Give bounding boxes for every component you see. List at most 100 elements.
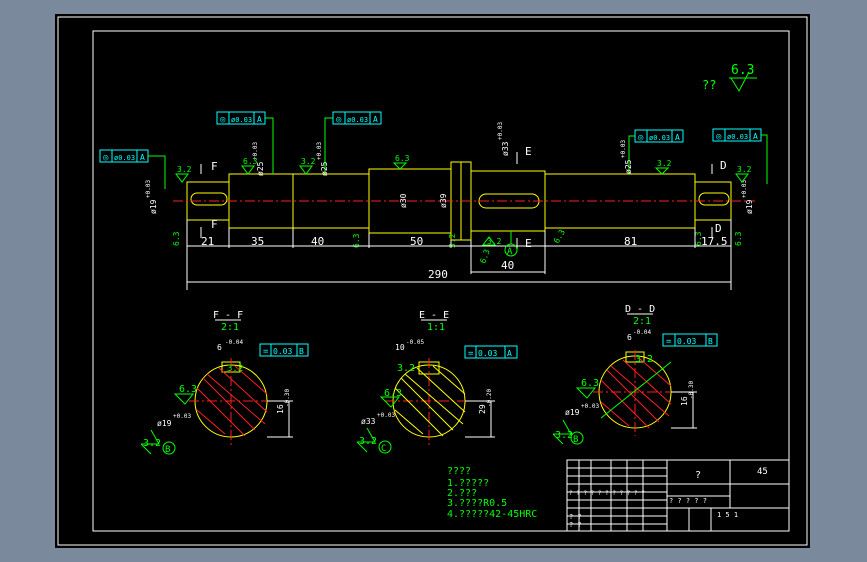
svg-text:6.3: 6.3	[395, 154, 410, 163]
svg-text:A: A	[507, 349, 512, 358]
svg-text:ø33: ø33	[501, 141, 510, 156]
svg-text:B: B	[573, 435, 578, 445]
svg-text:+0.03: +0.03	[581, 403, 599, 410]
length-dimensions: 21 35 40 50 40 81 17.5 290	[186, 220, 732, 290]
svg-text:ø19: ø19	[745, 199, 754, 214]
svg-text:6.3: 6.3	[731, 63, 754, 78]
svg-text:17.5: 17.5	[701, 235, 728, 248]
svg-text:3.2: 3.2	[397, 363, 415, 374]
svg-text:4.?????42-45HRC: 4.?????42-45HRC	[447, 509, 537, 520]
svg-text:A: A	[507, 247, 513, 257]
svg-text:-0.04: -0.04	[225, 339, 243, 346]
svg-text:-0.30: -0.30	[688, 381, 695, 399]
svg-text:50: 50	[410, 235, 423, 248]
tolerance-frame-right-2: ◎ ø0.03 A	[712, 128, 768, 184]
svg-text:3.2: 3.2	[301, 157, 316, 166]
svg-text:D: D	[720, 159, 727, 172]
svg-text:-0.20: -0.20	[486, 389, 493, 407]
svg-text:3.2: 3.2	[143, 438, 161, 449]
svg-text:A: A	[753, 132, 758, 141]
svg-text:B: B	[165, 445, 170, 455]
svg-text:? ? ? ? ?: ? ? ? ? ?	[669, 497, 707, 505]
svg-text:45: 45	[757, 467, 768, 477]
svg-text:ø33: ø33	[361, 417, 376, 426]
general-roughness: ?? 6.3	[702, 63, 757, 93]
svg-text:21: 21	[201, 235, 214, 248]
inner-frame	[92, 30, 790, 532]
svg-text:-0.30: -0.30	[284, 389, 291, 407]
svg-text:-0.04: -0.04	[633, 329, 651, 336]
svg-text:D - D: D - D	[625, 304, 655, 315]
svg-text:ø0.03: ø0.03	[727, 133, 748, 141]
svg-text:ø19: ø19	[157, 419, 172, 428]
svg-text:6.3: 6.3	[552, 228, 567, 245]
svg-text:◎: ◎	[336, 115, 342, 125]
svg-text:ø25: ø25	[624, 159, 633, 174]
svg-text:ø30: ø30	[399, 193, 408, 208]
svg-text:◎: ◎	[103, 153, 109, 163]
svg-text:E - E: E - E	[419, 310, 449, 321]
svg-text:=: =	[666, 337, 672, 347]
tolerance-frame-right-1: ◎ ø0.03 A	[628, 129, 684, 174]
svg-text:6.3: 6.3	[734, 231, 743, 246]
technical-notes: ???? 1.????? 2.??? 3.????R0.5 4.?????42-…	[447, 466, 537, 520]
svg-text:A: A	[675, 133, 680, 142]
svg-text:E: E	[525, 145, 532, 158]
svg-text:-0.05: -0.05	[406, 339, 424, 346]
svg-text:??: ??	[702, 78, 716, 92]
svg-text:3.2: 3.2	[555, 430, 573, 441]
svg-text:0.03: 0.03	[478, 349, 497, 358]
svg-text:F - F: F - F	[213, 310, 243, 321]
svg-text:F: F	[211, 218, 218, 231]
svg-text:3.2: 3.2	[227, 364, 243, 374]
svg-text:6.3: 6.3	[179, 384, 197, 395]
svg-text:=: =	[263, 347, 269, 357]
svg-text:?: ?	[695, 470, 701, 481]
svg-text:3.2: 3.2	[359, 436, 377, 447]
svg-text:????: ????	[447, 466, 471, 477]
cad-drawing: ?? 6.3 F F E E D D ◎ ø0.03 A ◎ ø0.03 A ◎…	[57, 16, 808, 546]
svg-text:3.????R0.5: 3.????R0.5	[447, 498, 507, 509]
section-markers: F F E E D D	[200, 145, 727, 250]
tolerance-frame-left-3: ◎ ø0.03 A	[324, 111, 382, 174]
svg-text:+0.03: +0.03	[377, 412, 395, 419]
svg-text:E: E	[525, 237, 532, 250]
svg-text:ø25: ø25	[320, 161, 329, 176]
svg-text:? ? ? ? ? ? ? ? ? ? ?: ? ? ? ? ? ? ? ? ? ? ?	[569, 490, 645, 497]
svg-text:2:1: 2:1	[633, 316, 651, 327]
svg-text:290: 290	[428, 268, 448, 281]
svg-text:ø39: ø39	[439, 193, 448, 208]
svg-text:6.3: 6.3	[478, 248, 491, 265]
svg-text:3.2: 3.2	[657, 159, 672, 168]
svg-text:ø0.03: ø0.03	[347, 116, 368, 124]
svg-text:10: 10	[395, 343, 405, 352]
svg-text:6.3: 6.3	[243, 157, 258, 166]
svg-text:ø0.03: ø0.03	[231, 116, 252, 124]
section-ff: F - F 2:1 = 0.03 B 6 -0.04 3.2 6.3 16 -0…	[140, 310, 309, 455]
svg-text:40: 40	[501, 259, 514, 272]
svg-text:A: A	[140, 153, 145, 162]
svg-text:6.3: 6.3	[581, 378, 599, 389]
svg-text:D: D	[715, 222, 722, 235]
svg-text:+0.03: +0.03	[620, 140, 627, 158]
svg-text:F: F	[211, 160, 218, 173]
svg-text:6.3: 6.3	[172, 231, 181, 246]
svg-text:A: A	[373, 115, 378, 124]
svg-text:0.03: 0.03	[273, 347, 292, 356]
tolerance-frame-left-end: ◎ ø0.03 A	[99, 149, 166, 189]
outer-frame	[57, 16, 808, 546]
svg-text:+0.03: +0.03	[145, 180, 152, 198]
svg-text:B: B	[708, 337, 713, 346]
svg-text:6: 6	[627, 333, 632, 342]
svg-text:+0.03: +0.03	[497, 122, 504, 140]
svg-text:? ?: ? ?	[569, 521, 582, 529]
svg-text:3.2: 3.2	[635, 354, 653, 365]
svg-text:3.2: 3.2	[177, 165, 192, 174]
svg-text:ø19: ø19	[149, 199, 158, 214]
cad-viewport[interactable]: ?? 6.3 F F E E D D ◎ ø0.03 A ◎ ø0.03 A ◎…	[55, 14, 810, 548]
svg-text:B: B	[299, 347, 304, 356]
datum-a-marker: A	[504, 231, 518, 257]
svg-text:1:1: 1:1	[427, 322, 445, 333]
section-ee: E - E 1:1 = 0.03 A 10 -0.05 3.2 6.3 29 -…	[356, 310, 518, 454]
svg-text:C: C	[381, 444, 386, 454]
